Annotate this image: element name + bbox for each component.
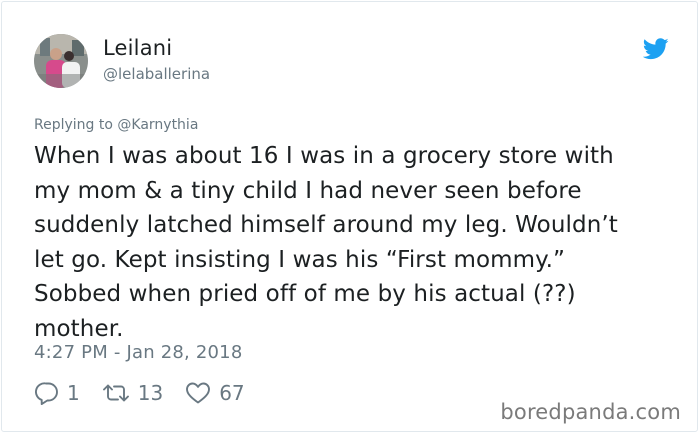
retweet-count: 13	[137, 381, 164, 405]
replying-to: Replying to @Karnythia	[34, 117, 198, 133]
boredpanda-watermark: boredpanda.com	[500, 400, 681, 424]
avatar-photo	[34, 34, 88, 88]
like-count: 67	[219, 381, 245, 405]
user-handle[interactable]: @lelaballerina	[103, 65, 210, 83]
reply-mention-link[interactable]: @Karnythia	[117, 117, 198, 133]
reply-icon	[35, 382, 58, 405]
retweet-button[interactable]: 13	[102, 381, 163, 405]
twitter-bird-icon[interactable]	[642, 38, 669, 60]
tweet-actions: 1 13 67	[35, 380, 267, 406]
reply-count: 1	[67, 381, 80, 405]
display-name[interactable]: Leilani	[103, 36, 172, 60]
tweet-text: When I was about 16 I was in a grocery s…	[34, 143, 618, 342]
heart-icon	[186, 382, 211, 404]
tweet-card: Leilani @lelaballerina Replying to @Karn…	[1, 1, 698, 432]
avatar[interactable]	[34, 34, 88, 88]
reply-button[interactable]: 1	[35, 381, 80, 405]
replying-prefix: Replying to	[34, 117, 118, 133]
tweet-timestamp[interactable]: 4:27 PM - Jan 28, 2018	[34, 342, 243, 363]
retweet-icon	[102, 384, 129, 402]
like-button[interactable]: 67	[185, 381, 245, 405]
